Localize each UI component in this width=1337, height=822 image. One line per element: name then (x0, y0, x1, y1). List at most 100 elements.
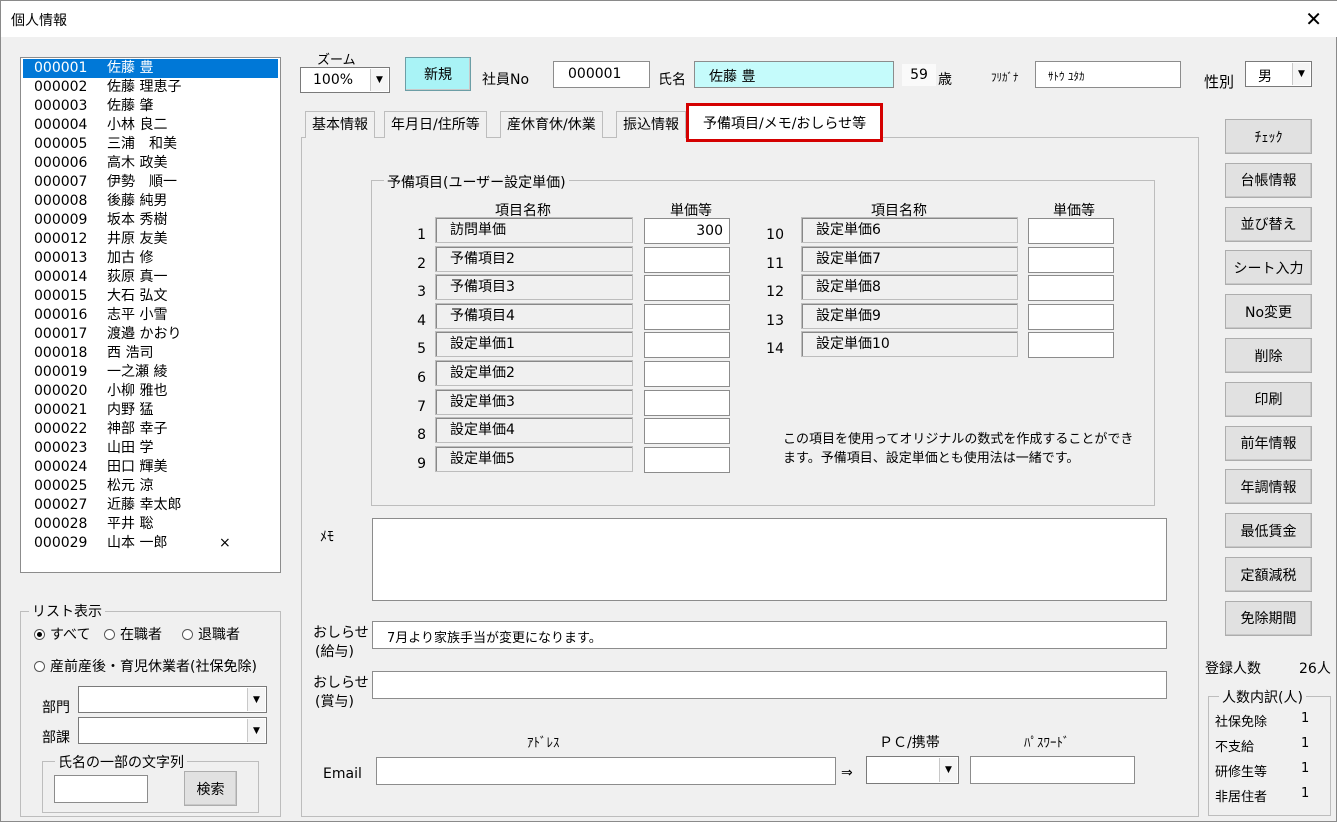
list-item[interactable]: 000008 後藤 純男 (23, 192, 278, 211)
list-item[interactable]: 000004 小林 良二 (23, 116, 278, 135)
employee-code: 000012 (34, 231, 88, 247)
year-end-info-button[interactable]: 年調情報 (1225, 469, 1312, 505)
list-item[interactable]: 000001 佐藤 豊 (23, 59, 278, 78)
radio-active[interactable]: 在職者 (104, 624, 162, 644)
no-change-button[interactable]: No変更 (1225, 294, 1312, 330)
list-item[interactable]: 000005 三浦 和美 (23, 135, 278, 154)
list-item[interactable]: 000024 田口 輝美 (23, 458, 278, 477)
minimum-wage-button[interactable]: 最低賃金 (1225, 513, 1312, 549)
list-item[interactable]: 000028 平井 聡 (23, 515, 278, 534)
item-name-field[interactable]: 予備項目3 (435, 274, 633, 301)
sheet-input-button[interactable]: シート入力 (1225, 250, 1312, 286)
dept-select[interactable]: ▼ (78, 686, 267, 713)
gender-select[interactable]: 男 ▼ (1245, 61, 1312, 87)
item-name-field[interactable]: 設定単価3 (435, 388, 633, 415)
list-item[interactable]: 000021 内野 猛 (23, 401, 278, 420)
tab-dates-address[interactable]: 年月日/住所等 (384, 111, 487, 138)
list-item[interactable]: 000009 坂本 秀樹 (23, 211, 278, 230)
prev-year-info-button[interactable]: 前年情報 (1225, 425, 1312, 461)
list-item[interactable]: 000007 伊勢 順一 (23, 173, 278, 192)
unit-price-field[interactable] (644, 246, 730, 273)
fixed-tax-cut-button[interactable]: 定額減税 (1225, 557, 1312, 592)
email-device-select[interactable]: ▼ (866, 756, 959, 784)
list-item[interactable]: 000027 近藤 幸太郎 (23, 496, 278, 515)
radio-dot-icon (34, 661, 45, 672)
row-number: 12 (766, 284, 784, 301)
unit-price-field[interactable] (1028, 303, 1114, 330)
section-select[interactable]: ▼ (78, 717, 267, 744)
item-name-field[interactable]: 設定単価9 (801, 302, 1018, 329)
unit-price-field[interactable] (644, 446, 730, 473)
notice-bonus-input[interactable] (372, 671, 1167, 699)
list-item[interactable]: 000003 佐藤 肇 (23, 97, 278, 116)
delete-button[interactable]: 削除 (1225, 338, 1312, 373)
search-button[interactable]: 検索 (184, 771, 237, 806)
employee-list[interactable]: 000001 佐藤 豊 000002 佐藤 理恵子 000003 佐藤 肇 000004 小林… (20, 57, 281, 573)
list-item[interactable]: 000020 小柳 雅也 (23, 382, 278, 401)
unit-price-field[interactable] (644, 275, 730, 302)
radio-retired[interactable]: 退職者 (182, 624, 240, 644)
item-name-field[interactable]: 設定単価5 (435, 445, 633, 472)
list-item[interactable]: 000018 西 浩司 (23, 344, 278, 363)
zoom-select[interactable]: 100% ▼ (300, 67, 390, 93)
email-address-input[interactable] (376, 757, 836, 785)
unit-price-field[interactable] (1028, 218, 1114, 244)
list-item[interactable]: 000017 渡邉 かおり (23, 325, 278, 344)
close-icon[interactable]: ✕ (1305, 7, 1322, 31)
unit-price-field[interactable] (644, 418, 730, 445)
list-item[interactable]: 000025 松元 涼 (23, 477, 278, 496)
unit-price-field[interactable] (644, 332, 730, 359)
name-field[interactable]: 佐藤 豊 (694, 61, 894, 88)
radio-leave[interactable]: 産前産後・育児休業者(社保免除) (34, 656, 257, 676)
exemption-period-button[interactable]: 免除期間 (1225, 600, 1312, 636)
list-item[interactable]: 000029 山本 一郎 × (23, 534, 278, 553)
notice-salary-input[interactable]: 7月より家族手当が変更になります。 (372, 621, 1167, 649)
list-item[interactable]: 000016 志平 小雪 (23, 306, 278, 325)
unit-price-field[interactable] (644, 389, 730, 416)
list-item[interactable]: 000013 加古 修 (23, 249, 278, 268)
list-item[interactable]: 000014 荻原 真一 (23, 268, 278, 287)
item-name-field[interactable]: 設定単価4 (435, 417, 633, 444)
tab-reserve-memo-notice[interactable]: 予備項目/メモ/おしらせ等 (686, 103, 884, 142)
list-item[interactable]: 000015 大石 弘文 (23, 287, 278, 306)
list-item[interactable]: 000023 山田 学 (23, 439, 278, 458)
radio-all[interactable]: すべて (34, 624, 90, 644)
name-search-input[interactable] (54, 775, 148, 803)
item-name-field[interactable]: 訪問単価 (435, 217, 633, 243)
tab-basic-info[interactable]: 基本情報 (305, 111, 375, 138)
new-button[interactable]: 新規 (405, 57, 471, 91)
email-password-input[interactable] (970, 756, 1135, 784)
unit-price-field[interactable] (1028, 332, 1114, 359)
sort-button[interactable]: 並び替え (1225, 206, 1312, 242)
employee-no-field[interactable]: 000001 (553, 61, 650, 88)
item-name-field[interactable]: 設定単価6 (801, 217, 1018, 243)
list-item[interactable]: 000019 一之瀬 綾 (23, 363, 278, 382)
print-button[interactable]: 印刷 (1225, 381, 1312, 417)
unit-price-field[interactable] (644, 303, 730, 330)
tab-leave[interactable]: 産休育休/休業 (500, 111, 603, 138)
list-item[interactable]: 000012 井原 友美 (23, 230, 278, 249)
item-name-field[interactable]: 設定単価2 (435, 360, 633, 386)
item-name-field[interactable]: 予備項目2 (435, 245, 633, 272)
unit-price-field[interactable] (644, 361, 730, 387)
ledger-info-button[interactable]: 台帳情報 (1225, 162, 1312, 198)
item-name-field[interactable]: 設定単価1 (435, 331, 633, 358)
chevron-down-icon: ▼ (370, 69, 388, 91)
item-name-field[interactable]: 設定単価8 (801, 274, 1018, 301)
item-name-field[interactable]: 設定単価10 (801, 331, 1018, 358)
check-button[interactable]: ﾁｪｯｸ (1225, 119, 1312, 154)
furigana-field[interactable]: ｻﾄｳ ﾕﾀｶ (1035, 61, 1181, 88)
list-item[interactable]: 000006 高木 政美 (23, 154, 278, 173)
unit-price-field[interactable]: 300 (644, 218, 730, 244)
employee-name: 佐藤 豊 (107, 60, 154, 76)
unit-price-field[interactable] (1028, 246, 1114, 273)
list-item[interactable]: 000002 佐藤 理恵子 (23, 78, 278, 97)
item-name-field[interactable]: 予備項目4 (435, 302, 633, 329)
item-name-field[interactable]: 設定単価7 (801, 245, 1018, 272)
unit-price-field[interactable] (1028, 275, 1114, 302)
tab-transfer[interactable]: 振込情報 (616, 111, 686, 138)
row-number: 6 (417, 370, 426, 386)
employee-code: 000005 (34, 136, 88, 152)
list-item[interactable]: 000022 神部 幸子 (23, 420, 278, 439)
memo-textarea[interactable] (372, 518, 1167, 601)
